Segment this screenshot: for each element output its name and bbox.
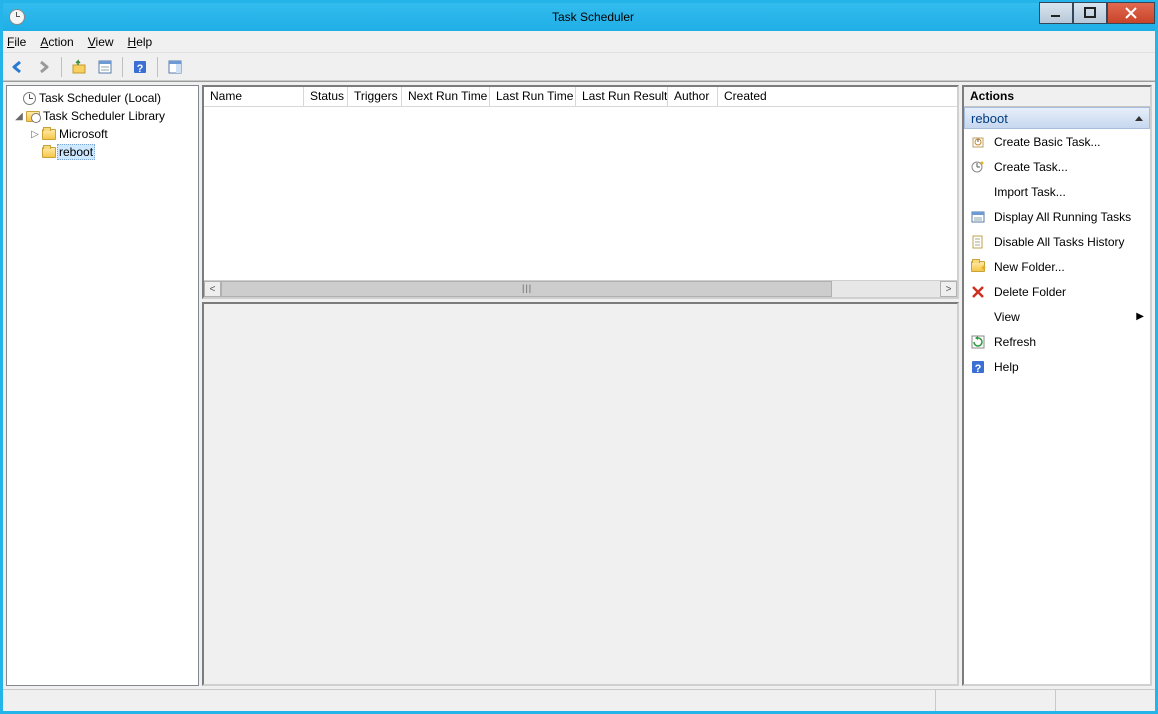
- action-create-basic-task[interactable]: Create Basic Task...: [964, 129, 1150, 154]
- toolbar-separator: [61, 57, 62, 77]
- task-detail-pane: [202, 302, 959, 686]
- action-label: View: [994, 310, 1128, 324]
- main-content: Task Scheduler (Local) ◢ Task Scheduler …: [3, 81, 1155, 689]
- col-nextrun[interactable]: Next Run Time: [402, 87, 490, 106]
- tree-root[interactable]: Task Scheduler (Local): [7, 89, 198, 107]
- task-list-body[interactable]: [204, 107, 957, 280]
- help-icon: ?: [970, 359, 986, 375]
- tree-microsoft[interactable]: ▷ Microsoft: [7, 125, 198, 143]
- action-import-task[interactable]: Import Task...: [964, 179, 1150, 204]
- action-label: New Folder...: [994, 260, 1065, 274]
- col-lastrun[interactable]: Last Run Time: [490, 87, 576, 106]
- col-created[interactable]: Created: [718, 87, 957, 106]
- tree-library-label: Task Scheduler Library: [41, 109, 167, 123]
- nav-forward-button[interactable]: [33, 56, 55, 78]
- action-display-running[interactable]: Display All Running Tasks: [964, 204, 1150, 229]
- up-level-button[interactable]: [68, 56, 90, 78]
- scheduler-icon: [23, 92, 36, 105]
- action-label: Refresh: [994, 335, 1036, 349]
- center-pane: Name Status Triggers Next Run Time Last …: [202, 85, 959, 686]
- history-icon: [970, 234, 986, 250]
- blank-icon: [970, 309, 986, 325]
- window-title: Task Scheduler: [31, 10, 1155, 24]
- folder-icon: [42, 129, 56, 140]
- tree-reboot[interactable]: reboot: [7, 143, 198, 161]
- show-actions-pane-button[interactable]: [164, 56, 186, 78]
- collapse-icon[interactable]: [1135, 116, 1143, 121]
- action-new-folder[interactable]: ✦ New Folder...: [964, 254, 1150, 279]
- wizard-icon: [970, 134, 986, 150]
- blank-icon: [970, 184, 986, 200]
- toolbar-separator: [122, 57, 123, 77]
- col-name[interactable]: Name: [204, 87, 304, 106]
- col-author[interactable]: Author: [668, 87, 718, 106]
- toolbar: ?: [3, 53, 1155, 81]
- action-label: Delete Folder: [994, 285, 1066, 299]
- action-create-task[interactable]: Create Task...: [964, 154, 1150, 179]
- tree-microsoft-label: Microsoft: [57, 127, 110, 141]
- statusbar: [3, 689, 1155, 711]
- column-headers: Name Status Triggers Next Run Time Last …: [204, 87, 957, 107]
- action-label: Create Task...: [994, 160, 1068, 174]
- folder-icon: [42, 147, 56, 158]
- navigation-tree[interactable]: Task Scheduler (Local) ◢ Task Scheduler …: [6, 85, 199, 686]
- menu-view[interactable]: View: [88, 35, 114, 49]
- action-view-submenu[interactable]: View ▶: [964, 304, 1150, 329]
- actions-context-label: reboot: [971, 111, 1008, 126]
- close-button[interactable]: [1107, 2, 1155, 24]
- new-folder-icon: ✦: [970, 259, 986, 275]
- task-scheduler-window: Task Scheduler File Action View Help ?: [0, 0, 1158, 714]
- menubar: File Action View Help: [3, 31, 1155, 53]
- task-icon: [970, 159, 986, 175]
- action-label: Disable All Tasks History: [994, 235, 1125, 249]
- collapse-icon[interactable]: ◢: [13, 111, 25, 122]
- col-triggers[interactable]: Triggers: [348, 87, 402, 106]
- nav-back-button[interactable]: [7, 56, 29, 78]
- maximize-button[interactable]: [1073, 2, 1107, 24]
- menu-file[interactable]: File: [7, 35, 26, 49]
- refresh-icon: [970, 334, 986, 350]
- expand-icon[interactable]: ▷: [29, 129, 41, 140]
- menu-help[interactable]: Help: [128, 35, 153, 49]
- col-lastresult[interactable]: Last Run Result: [576, 87, 668, 106]
- titlebar: Task Scheduler: [3, 3, 1155, 31]
- action-label: Display All Running Tasks: [994, 210, 1131, 224]
- tree-reboot-label: reboot: [57, 144, 95, 160]
- properties-button[interactable]: [94, 56, 116, 78]
- col-status[interactable]: Status: [304, 87, 348, 106]
- scroll-left-button[interactable]: <: [204, 281, 221, 297]
- action-label: Create Basic Task...: [994, 135, 1101, 149]
- horizontal-scrollbar[interactable]: < III >: [204, 280, 957, 297]
- submenu-arrow-icon: ▶: [1136, 311, 1144, 322]
- task-list[interactable]: Name Status Triggers Next Run Time Last …: [202, 85, 959, 299]
- actions-context-header[interactable]: reboot: [964, 107, 1150, 129]
- tree-root-label: Task Scheduler (Local): [37, 91, 163, 105]
- scroll-thumb[interactable]: III: [221, 281, 832, 297]
- svg-text:?: ?: [975, 363, 982, 375]
- minimize-button[interactable]: [1039, 2, 1073, 24]
- menu-action[interactable]: Action: [40, 35, 73, 49]
- actions-pane: Actions reboot Create Basic Task... Crea…: [962, 85, 1152, 686]
- actions-header: Actions: [964, 87, 1150, 107]
- help-button[interactable]: ?: [129, 56, 151, 78]
- running-tasks-icon: [970, 209, 986, 225]
- action-label: Help: [994, 360, 1019, 374]
- scroll-track[interactable]: III: [221, 281, 940, 297]
- tree-library[interactable]: ◢ Task Scheduler Library: [7, 107, 198, 125]
- delete-icon: [970, 284, 986, 300]
- svg-text:?: ?: [137, 63, 144, 75]
- action-help[interactable]: ? Help: [964, 354, 1150, 379]
- action-delete-folder[interactable]: Delete Folder: [964, 279, 1150, 304]
- scroll-right-button[interactable]: >: [940, 281, 957, 297]
- library-folder-icon: [26, 111, 40, 122]
- toolbar-separator: [157, 57, 158, 77]
- action-refresh[interactable]: Refresh: [964, 329, 1150, 354]
- action-disable-history[interactable]: Disable All Tasks History: [964, 229, 1150, 254]
- action-label: Import Task...: [994, 185, 1066, 199]
- app-clock-icon: [9, 9, 25, 25]
